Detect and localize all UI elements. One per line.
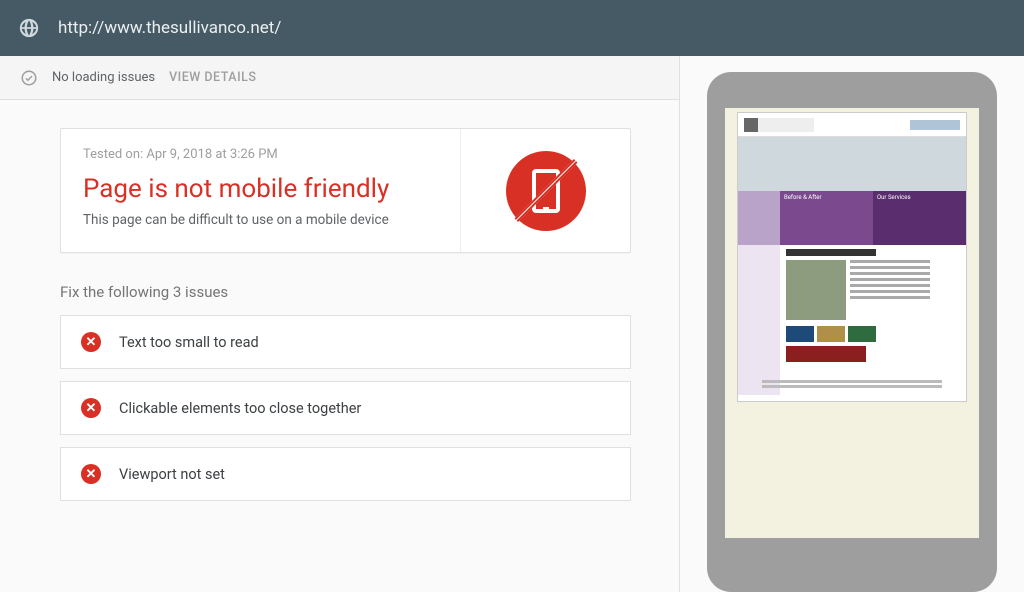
error-icon: ✕ — [81, 398, 101, 418]
globe-icon — [18, 17, 40, 39]
results-pane: No loading issues VIEW DETAILS Tested on… — [0, 56, 680, 592]
issue-item-viewport-not-set[interactable]: ✕ Viewport not set — [60, 447, 631, 501]
tested-on: Tested on: Apr 9, 2018 at 3:26 PM — [83, 147, 438, 162]
issue-item-elements-too-close[interactable]: ✕ Clickable elements too close together — [60, 381, 631, 435]
device-screen: Before & After Our Services — [725, 108, 979, 538]
error-icon: ✕ — [81, 332, 101, 352]
loading-status-bar: No loading issues VIEW DETAILS — [0, 56, 680, 100]
issue-label: Viewport not set — [119, 466, 225, 483]
preview-our-services: Our Services — [873, 191, 966, 204]
issue-item-text-too-small[interactable]: ✕ Text too small to read — [60, 315, 631, 369]
preview-pane: Before & After Our Services — [680, 56, 1024, 592]
verdict-card: Tested on: Apr 9, 2018 at 3:26 PM Page i… — [60, 128, 631, 253]
verdict-title: Page is not mobile friendly — [83, 174, 438, 204]
issue-label: Text too small to read — [119, 334, 259, 351]
error-icon: ✕ — [81, 464, 101, 484]
issues-heading: Fix the following 3 issues — [60, 283, 631, 301]
check-icon — [20, 69, 38, 87]
preview-before-after: Before & After — [780, 191, 873, 204]
loading-status-text: No loading issues — [52, 70, 155, 85]
page-url[interactable]: http://www.thesullivanco.net/ — [58, 18, 281, 38]
view-details-button[interactable]: VIEW DETAILS — [169, 70, 256, 85]
rendered-page-thumbnail: Before & After Our Services — [737, 112, 967, 402]
url-bar: http://www.thesullivanco.net/ — [0, 0, 1024, 56]
issue-label: Clickable elements too close together — [119, 400, 361, 417]
verdict-subtitle: This page can be difficult to use on a m… — [83, 212, 438, 228]
not-mobile-friendly-icon — [506, 151, 586, 231]
device-frame: Before & After Our Services — [707, 72, 997, 592]
